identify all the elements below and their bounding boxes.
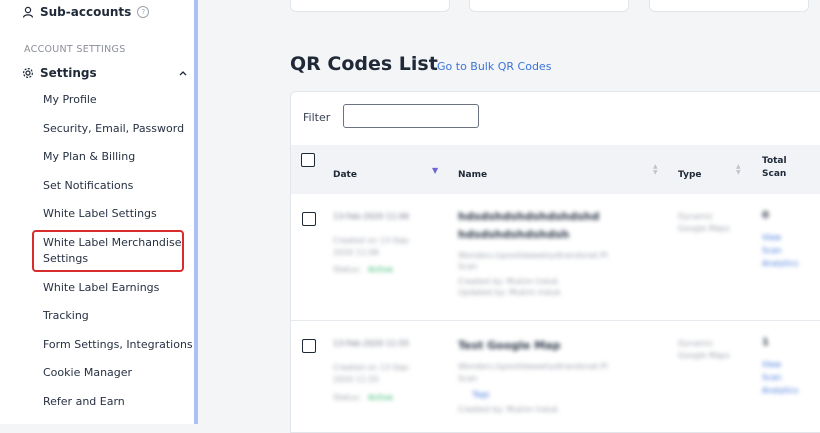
row-status-label: Status: — [333, 265, 362, 274]
sort-icon[interactable]: ▲ ▼ — [653, 164, 658, 176]
gear-icon — [22, 67, 34, 79]
sidebar-item-notifications[interactable]: Set Notifications — [43, 178, 133, 194]
row-created: Created on 13-Sep- — [333, 363, 411, 372]
row-created-time: 2020 11:06 — [333, 248, 379, 257]
row-name[interactable]: Test Google Map — [458, 339, 560, 352]
row-date: 13-Feb-2020 11:06 — [333, 212, 410, 221]
help-icon[interactable]: ? — [137, 6, 150, 18]
row-scan-count: 1 — [762, 337, 769, 348]
row-updated-by: Updated by: Mukim Iraluk — [458, 288, 561, 297]
settings-label: Settings — [40, 66, 97, 80]
row-type: Dynamic — [678, 339, 714, 348]
column-header-name[interactable]: Name — [458, 169, 487, 182]
row-created-by: Created by: Mukim Iraluk — [458, 277, 559, 286]
sidebar-item-label: White Label Merchandise Settings — [43, 236, 182, 265]
row-description: Scan — [458, 374, 478, 383]
row-description: Wonders.lspoolldweeklydtrandsnet.PI — [458, 251, 608, 260]
status-badge: Active — [368, 393, 393, 402]
column-header-date[interactable]: Date — [333, 169, 357, 182]
row-status-label: Status: — [333, 393, 362, 402]
row-created: Created on 13-Sep- — [333, 236, 411, 245]
status-badge: Active — [368, 265, 393, 274]
sidebar: Sub-accounts ? ACCOUNT SETTINGS Settings… — [0, 0, 194, 424]
row-scan-link[interactable]: Scan — [762, 246, 781, 255]
row-scan-count: 0 — [762, 210, 769, 221]
row-description: Scan — [458, 262, 478, 271]
row-checkbox[interactable] — [302, 339, 316, 353]
row-created-by: Created by: Mukim Iraluk — [458, 405, 559, 414]
row-view-link[interactable]: View — [762, 233, 781, 242]
sidebar-item-white-label-settings[interactable]: White Label Settings — [43, 206, 157, 222]
sidebar-item-white-label-earnings[interactable]: White Label Earnings — [43, 280, 159, 296]
filter-label: Filter — [303, 111, 331, 124]
settings-group-toggle[interactable]: Settings — [22, 65, 188, 81]
stat-card — [469, 0, 629, 12]
row-scan-link[interactable]: Scan — [762, 373, 781, 382]
chevron-up-icon[interactable] — [178, 69, 188, 77]
section-label: ACCOUNT SETTINGS — [24, 44, 126, 55]
filter-input[interactable] — [343, 104, 479, 128]
row-divider — [291, 320, 820, 321]
page-title: QR Codes List — [290, 53, 438, 75]
sort-icon[interactable]: ▲ ▼ — [736, 164, 741, 176]
user-icon — [22, 6, 34, 18]
column-header-total-scan[interactable]: Total Scan — [762, 155, 802, 181]
sidebar-item-white-label-merchandise[interactable]: White Label Merchandise Settings — [32, 230, 184, 272]
stat-card — [290, 0, 450, 12]
sub-accounts-item[interactable]: Sub-accounts ? — [22, 3, 150, 21]
sub-accounts-label: Sub-accounts — [40, 5, 132, 19]
sidebar-item-form-settings[interactable]: Form Settings, Integrations — [43, 337, 193, 353]
row-type-detail: Google Maps — [678, 224, 730, 233]
sidebar-scroll-rail — [194, 0, 198, 424]
column-header-type[interactable]: Type — [678, 169, 701, 182]
row-tags[interactable]: Tags — [472, 390, 490, 399]
bulk-qr-codes-link[interactable]: Go to Bulk QR Codes — [437, 60, 551, 73]
row-date: 13-Feb-2020 11:55 — [333, 339, 410, 348]
sidebar-item-my-profile[interactable]: My Profile — [43, 92, 97, 108]
row-analytics-link[interactable]: Analytics — [762, 386, 798, 395]
row-name-line2[interactable]: hdsdshdshdshdsh — [458, 228, 569, 241]
sidebar-item-tracking[interactable]: Tracking — [43, 308, 89, 324]
row-analytics-link[interactable]: Analytics — [762, 259, 798, 268]
sidebar-item-cookie-manager[interactable]: Cookie Manager — [43, 365, 132, 381]
row-type: Dynamic — [678, 212, 714, 221]
sidebar-item-security[interactable]: Security, Email, Password — [43, 121, 184, 137]
row-checkbox[interactable] — [302, 212, 316, 226]
sort-desc-icon[interactable]: ▼ — [432, 166, 438, 175]
select-all-checkbox[interactable] — [301, 153, 315, 167]
stat-card — [649, 0, 809, 12]
row-type-detail: Google Maps — [678, 351, 730, 360]
row-created-time: 2020 11:55 — [333, 375, 379, 384]
sidebar-item-refer-earn[interactable]: Refer and Earn — [43, 394, 125, 410]
row-view-link[interactable]: View — [762, 360, 781, 369]
row-name[interactable]: hdsdshdshdshdshdshd — [458, 210, 599, 223]
row-description: Wonders.lspoolldweeklydtrandsnet.PI — [458, 362, 608, 371]
sidebar-item-plan-billing[interactable]: My Plan & Billing — [43, 149, 135, 165]
